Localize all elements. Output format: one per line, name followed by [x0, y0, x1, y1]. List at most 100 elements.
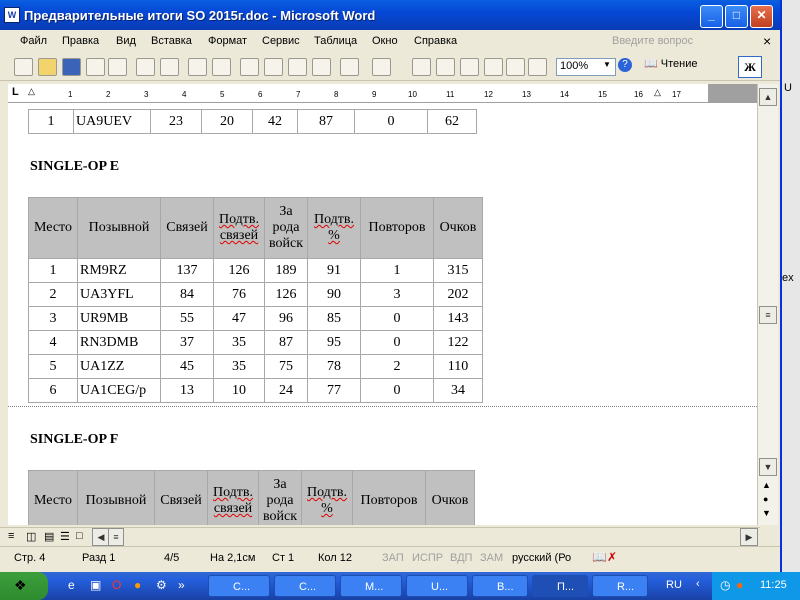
save-icon[interactable]	[62, 58, 81, 76]
table-cell: 122	[433, 330, 483, 355]
normal-view-icon[interactable]: ≡	[8, 530, 14, 542]
spelling-status-icon[interactable]: 📖✗	[592, 550, 617, 564]
email-icon[interactable]	[108, 58, 127, 76]
right-indent-icon[interactable]: △	[654, 87, 661, 98]
scroll-down-icon[interactable]: ▼	[759, 458, 777, 476]
menu-help[interactable]: Справка	[414, 35, 457, 47]
table-cell: 34	[433, 378, 483, 403]
new-doc-icon[interactable]	[14, 58, 33, 76]
h-scroll-thumb[interactable]: ≡	[108, 528, 124, 546]
insert-excel-icon[interactable]	[484, 58, 503, 76]
table-cell: 6	[28, 378, 78, 403]
minimize-button[interactable]: _	[700, 5, 723, 28]
word-doc-icon[interactable]: W	[4, 7, 20, 23]
paste-icon[interactable]	[288, 58, 307, 76]
horizontal-scrollbar[interactable]: ≡ ◫ ▤ ☰ □ ◀ ≡ ▶	[0, 527, 760, 546]
language-indicator[interactable]: RU	[666, 579, 682, 591]
title-bar[interactable]: W Предварительные итоги SO 2015г.doc - M…	[0, 0, 780, 30]
bold-button[interactable]: Ж	[738, 56, 762, 78]
menu-window[interactable]: Окно	[372, 35, 398, 47]
vertical-scrollbar[interactable]: ▲ ≡ ▼ ▲ ● ▼	[757, 84, 778, 525]
quicklaunch-firefox-icon[interactable]: ●	[134, 578, 141, 592]
tables-borders-icon[interactable]	[436, 58, 455, 76]
quicklaunch-more-icon[interactable]: »	[178, 578, 185, 592]
menu-insert[interactable]: Вставка	[151, 35, 192, 47]
zoom-select[interactable]: 100% ▼	[556, 58, 616, 76]
tray-expand-icon[interactable]: ‹	[696, 578, 700, 590]
columns-icon[interactable]	[506, 58, 525, 76]
status-track[interactable]: ИСПР	[412, 552, 443, 564]
tray-app-icon[interactable]: ●	[736, 578, 743, 592]
clock[interactable]: 11:25	[760, 579, 787, 591]
reading-view-icon[interactable]: □	[76, 530, 83, 542]
undo-icon[interactable]	[340, 58, 359, 76]
hyperlink-icon[interactable]	[412, 58, 431, 76]
drawing-icon[interactable]	[528, 58, 547, 76]
web-view-icon[interactable]: ◫	[26, 530, 36, 543]
menu-file[interactable]: Файл	[20, 35, 47, 47]
table-cell: 45	[160, 354, 214, 379]
quicklaunch-ie-icon[interactable]: e	[68, 578, 75, 592]
print-view-icon[interactable]: ▤	[44, 530, 54, 543]
document-area[interactable]: 1 UA9UEV 23 20 42 87 0 62 SINGLE-OP E Ме…	[8, 103, 757, 525]
quicklaunch-app-icon[interactable]: ⚙	[156, 578, 167, 592]
taskbar-item[interactable]: U...	[406, 575, 468, 597]
help-icon[interactable]: ?	[618, 58, 632, 72]
taskbar-item[interactable]: R...	[592, 575, 648, 597]
insert-table-icon[interactable]	[460, 58, 479, 76]
scroll-right-icon[interactable]: ▶	[740, 528, 758, 546]
status-rec[interactable]: ЗАП	[382, 552, 404, 564]
taskbar-item[interactable]: М...	[340, 575, 402, 597]
quicklaunch-desktop-icon[interactable]: ▣	[90, 578, 101, 592]
quicklaunch-opera-icon[interactable]: O	[112, 578, 121, 592]
results-table-e: Место Позывной Связей Подтв. связей За р…	[28, 197, 483, 403]
taskbar-item[interactable]: В...	[472, 575, 528, 597]
prev-page-icon[interactable]: ▲	[762, 480, 771, 490]
table-cell: 85	[307, 306, 361, 331]
next-page-icon[interactable]: ▼	[762, 508, 771, 518]
cut-icon[interactable]	[240, 58, 259, 76]
menu-tools[interactable]: Сервис	[262, 35, 300, 47]
print-icon[interactable]	[136, 58, 155, 76]
table-cell: 78	[307, 354, 361, 379]
copy-icon[interactable]	[264, 58, 283, 76]
permission-icon[interactable]	[86, 58, 105, 76]
research-icon[interactable]	[212, 58, 231, 76]
print-preview-icon[interactable]	[160, 58, 179, 76]
reading-button[interactable]: 📖 Чтение	[644, 57, 697, 75]
close-doc-icon[interactable]: ×	[763, 33, 771, 49]
scroll-thumb[interactable]: ≡	[759, 306, 777, 324]
format-painter-icon[interactable]	[312, 58, 331, 76]
status-overtype[interactable]: ЗАМ	[480, 552, 503, 564]
desk-text: ex	[782, 272, 794, 284]
status-language[interactable]: русский (Ро	[512, 552, 571, 564]
browse-object-icon[interactable]: ●	[763, 494, 768, 504]
maximize-button[interactable]: □	[725, 5, 748, 28]
close-button[interactable]: ✕	[750, 5, 773, 28]
tab-stop-icon[interactable]: L	[12, 86, 19, 98]
ruler[interactable]: L △ 1 2 3 4 5 6 7 8 9 10 11 12 13 14 15 …	[8, 84, 760, 103]
status-extend[interactable]: ВДП	[450, 552, 472, 564]
status-column: Кол 12	[318, 552, 352, 564]
table-cell: 0	[354, 109, 428, 134]
start-button[interactable]: ❖	[0, 572, 48, 600]
tray-clock-icon[interactable]: ◷	[720, 578, 730, 592]
header-cell: Место	[28, 197, 78, 259]
taskbar-item-word[interactable]: П...	[532, 575, 588, 597]
table-cell: 37	[160, 330, 214, 355]
outline-view-icon[interactable]: ☰	[60, 530, 70, 543]
redo-icon[interactable]	[372, 58, 391, 76]
open-folder-icon[interactable]	[38, 58, 57, 76]
taskbar-item[interactable]: С...	[208, 575, 270, 597]
menu-edit[interactable]: Правка	[62, 35, 99, 47]
menu-view[interactable]: Вид	[116, 35, 136, 47]
table-row: 4 RN3DMB 37 35 87 95 0 122	[28, 330, 483, 355]
menu-format[interactable]: Формат	[208, 35, 247, 47]
indent-marker-icon[interactable]: △	[28, 86, 35, 97]
scroll-up-icon[interactable]: ▲	[759, 88, 777, 106]
menu-table[interactable]: Таблица	[314, 35, 357, 47]
help-search-input[interactable]: Введите вопрос	[612, 35, 693, 47]
taskbar-item[interactable]: С...	[274, 575, 336, 597]
table-cell: 96	[264, 306, 308, 331]
spelling-icon[interactable]	[188, 58, 207, 76]
